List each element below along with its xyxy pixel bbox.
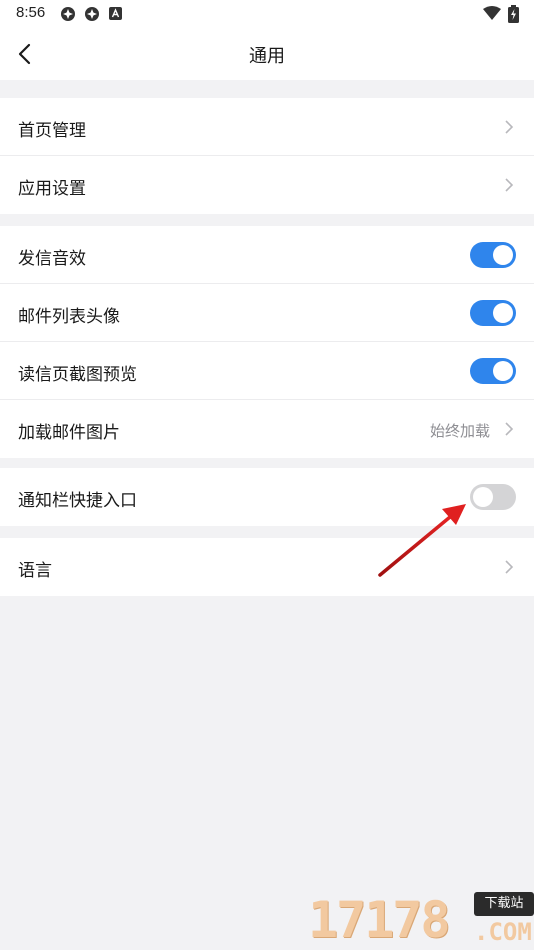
row-label: 邮件列表头像 — [18, 307, 120, 327]
chevron-right-icon — [505, 560, 514, 574]
chevron-right-icon — [505, 120, 514, 134]
watermark-digits: 17178 — [308, 891, 451, 949]
navigation-bar: 通用 — [0, 28, 534, 80]
row-label: 首页管理 — [18, 121, 86, 141]
a-box-icon — [109, 7, 122, 20]
page-title: 通用 — [249, 46, 285, 67]
send-sound-toggle[interactable] — [470, 242, 516, 268]
row-label: 读信页截图预览 — [18, 365, 137, 385]
watermark-suffix: .COM — [474, 918, 532, 946]
settings-row-list-avatar: 邮件列表头像 — [0, 284, 534, 342]
annotation-arrow-icon — [378, 504, 466, 577]
status-time: 8:56 — [16, 4, 46, 21]
screenshot-preview-toggle[interactable] — [470, 358, 516, 384]
load-images-value: 始终加载 — [429, 422, 490, 440]
row-label: 加载邮件图片 — [18, 423, 120, 443]
settings-row-app-settings[interactable]: 应用设置 — [0, 156, 534, 214]
settings-row-load-images[interactable]: 加载邮件图片 始终加载 — [0, 400, 534, 458]
list-avatar-toggle[interactable] — [470, 300, 516, 326]
status-bar: 8:56 — [0, 0, 534, 28]
battery-icon — [508, 5, 519, 23]
row-label: 通知栏快捷入口 — [18, 491, 137, 511]
row-label: 语言 — [18, 561, 52, 581]
row-label: 发信音效 — [18, 249, 86, 269]
wifi-icon — [483, 6, 501, 20]
settings-group-mail: 发信音效 邮件列表头像 读信页截图预览 加载邮件图片 始终加载 — [0, 226, 534, 458]
watermark-badge: 下载站 — [474, 892, 534, 916]
chevron-right-icon — [505, 178, 514, 192]
settings-row-screenshot-preview: 读信页截图预览 — [0, 342, 534, 400]
chevron-right-icon — [505, 422, 514, 436]
app-notification-icon — [85, 7, 99, 21]
toggle-knob — [493, 361, 513, 381]
settings-group-home: 首页管理 应用设置 — [0, 98, 534, 214]
watermark-logo: 17178 下载站 .COM — [308, 890, 534, 950]
settings-row-home-management[interactable]: 首页管理 — [0, 98, 534, 156]
row-label: 应用设置 — [18, 179, 86, 199]
toggle-knob — [493, 303, 513, 323]
toggle-knob — [493, 245, 513, 265]
settings-row-send-sound: 发信音效 — [0, 226, 534, 284]
app-notification-icon — [61, 7, 75, 21]
